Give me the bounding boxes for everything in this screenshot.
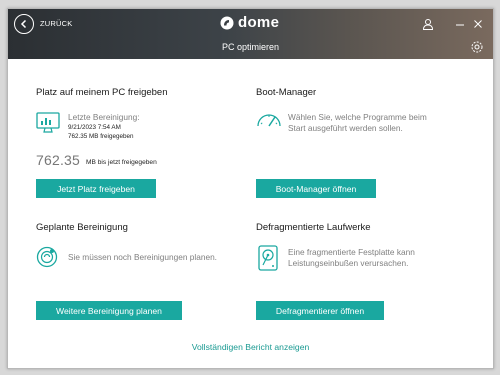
boot-desc-line2: Start ausgeführt werden sollen. — [288, 123, 403, 133]
last-cleanup-label: Letzte Bereinigung: — [68, 112, 140, 122]
hard-drive-icon — [258, 245, 278, 276]
back-arrow-icon[interactable] — [14, 14, 34, 34]
boot-desc-line1: Wählen Sie, welche Programme beim — [288, 112, 427, 122]
plan-cleanup-button[interactable]: Weitere Bereinigung planen — [36, 301, 182, 320]
close-icon[interactable] — [469, 15, 487, 33]
defrag-desc-line2: Leistungseinbußen verursachen. — [288, 258, 409, 268]
last-cleanup-date: 9/21/2023 7:54 AM — [68, 124, 121, 131]
scheduled-desc: Sie müssen noch Bereinigungen planen. — [68, 252, 217, 262]
dome-logo-icon — [220, 16, 234, 29]
gear-icon[interactable] — [470, 40, 484, 54]
speedometer-icon — [256, 110, 282, 133]
boot-manager-button[interactable]: Boot-Manager öffnen — [256, 179, 376, 198]
boot-title: Boot-Manager — [256, 87, 317, 98]
defrag-title: Defragmentierte Laufwerke — [256, 222, 371, 233]
back-label[interactable]: ZURÜCK — [40, 19, 72, 28]
cleanup-title: Platz auf meinem PC freigeben — [36, 87, 168, 98]
brand-logo: dome — [220, 14, 279, 31]
brand-name: dome — [238, 14, 280, 31]
minimize-icon[interactable] — [451, 15, 469, 33]
monitor-chart-icon — [36, 112, 60, 139]
window-controls — [419, 15, 487, 33]
defrag-button[interactable]: Defragmentierer öffnen — [256, 301, 384, 320]
last-cleanup-freed: 762.35 MB freigegeben — [68, 133, 134, 140]
total-freed-value: 762.35 — [36, 152, 81, 168]
page-title: PC optimieren — [221, 42, 280, 52]
defrag-desc-line1: Eine fragmentierte Festplatte kann — [288, 247, 415, 257]
total-freed-label: MB bis jetzt freigegeben — [86, 159, 157, 166]
scheduled-clean-icon — [36, 246, 58, 273]
app-window: ZURÜCK dome PC optimieren Platz auf mein… — [7, 8, 494, 369]
scheduled-title: Geplante Bereinigung — [36, 222, 128, 233]
title-bar: ZURÜCK dome PC optimieren — [8, 9, 493, 59]
full-report-link[interactable]: Vollständigen Bericht anzeigen — [8, 342, 493, 352]
user-icon[interactable] — [419, 15, 437, 33]
free-space-button[interactable]: Jetzt Platz freigeben — [36, 179, 156, 198]
